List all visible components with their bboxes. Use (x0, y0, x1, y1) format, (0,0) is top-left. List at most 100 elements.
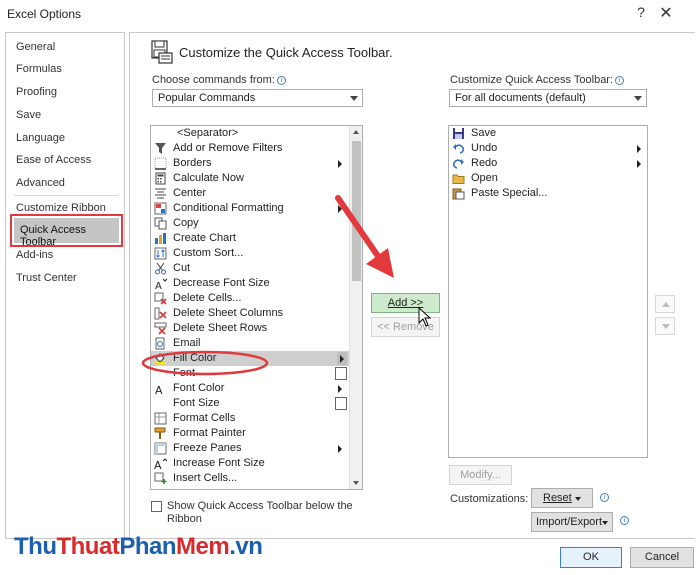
nav-item-quick-access-toolbar[interactable]: Quick Access Toolbar (10, 214, 123, 248)
ok-button[interactable]: OK (560, 547, 622, 568)
move-down-icon (662, 324, 670, 329)
customize-toolbar-label: Customize Quick Access Toolbar: i (450, 74, 625, 86)
nav-item-add-ins[interactable]: Add-ins (16, 246, 53, 264)
delete-columns-icon (154, 307, 167, 320)
list-item[interactable]: A Font Color (151, 381, 349, 396)
list-item[interactable]: Copy (151, 216, 349, 231)
dropdown-value: For all documents (default) (455, 92, 586, 104)
list-item[interactable]: Custom Sort... (151, 246, 349, 261)
close-button[interactable]: ✕ (657, 3, 675, 23)
nav-item-advanced[interactable]: Advanced (16, 174, 65, 192)
folder-icon (452, 174, 465, 184)
submenu-arrow-icon (634, 142, 644, 155)
list-item[interactable]: Delete Sheet Rows (151, 321, 349, 336)
undo-icon (453, 144, 464, 154)
save-icon (453, 128, 464, 139)
help-button[interactable]: ? (633, 4, 649, 20)
commands-scrollbar[interactable] (349, 126, 362, 489)
scroll-up-icon[interactable] (350, 126, 362, 139)
nav-item-ease-of-access[interactable]: Ease of Access (16, 151, 91, 169)
chevron-down-icon (350, 96, 358, 101)
freeze-panes-icon (154, 442, 167, 455)
calculator-icon (155, 172, 166, 185)
scissors-icon (155, 262, 166, 275)
nav-item-language[interactable]: Language (16, 129, 65, 147)
list-item[interactable]: Cut (151, 261, 349, 276)
toolbar-commands-list[interactable]: Save Undo Redo Open Paste Special... (448, 125, 648, 458)
delete-cells-icon (154, 292, 167, 305)
commands-list[interactable]: <Separator> Add or Remove Filters Border… (150, 125, 363, 490)
list-item[interactable]: A Decrease Font Size (151, 276, 349, 291)
list-item[interactable]: Borders (151, 156, 349, 171)
scroll-down-icon[interactable] (350, 477, 362, 489)
delete-rows-icon (154, 322, 167, 335)
show-below-ribbon-checkbox[interactable] (151, 501, 162, 512)
center-align-icon (155, 188, 166, 199)
import-export-button[interactable]: Import/Export (531, 512, 613, 532)
move-up-button[interactable] (655, 295, 675, 313)
site-watermark: ThuThuatPhanMem.vn (14, 533, 263, 560)
nav-item-save[interactable]: Save (16, 106, 41, 124)
info-icon: i (620, 516, 629, 525)
list-item[interactable]: Freeze Panes (151, 441, 349, 456)
chevron-down-icon (634, 96, 642, 101)
move-down-button[interactable] (655, 317, 675, 335)
highlight-ellipse (141, 350, 269, 376)
pointer-arrow (335, 195, 394, 278)
list-item[interactable]: Calculate Now (151, 171, 349, 186)
list-item[interactable]: A Increase Font Size (151, 456, 349, 471)
list-item[interactable]: Format Painter (151, 426, 349, 441)
nav-item-trust-center[interactable]: Trust Center (16, 269, 77, 287)
mouse-cursor-icon (418, 307, 432, 327)
submenu-arrow-icon (335, 157, 345, 170)
chart-icon (155, 233, 166, 244)
list-item[interactable]: Delete Cells... (151, 291, 349, 306)
list-item[interactable]: Center (151, 186, 349, 201)
list-item[interactable]: Create Chart (151, 231, 349, 246)
submenu-arrow-icon (634, 157, 644, 170)
borders-icon (154, 157, 167, 170)
list-item[interactable]: Undo (449, 141, 647, 156)
list-item[interactable]: Font Size (151, 396, 349, 411)
font-color-icon: A (155, 384, 163, 395)
reset-button[interactable]: Reset (531, 488, 593, 508)
list-item[interactable]: Add or Remove Filters (151, 141, 349, 156)
window-title: Excel Options (7, 7, 82, 21)
nav-item-formulas[interactable]: Formulas (16, 60, 62, 78)
toolbar-customize-icon (151, 40, 173, 64)
increase-font-icon: A (154, 458, 167, 470)
redo-icon (453, 159, 464, 169)
list-item[interactable]: Delete Sheet Columns (151, 306, 349, 321)
format-cells-icon (154, 412, 167, 425)
dropdown-value: Popular Commands (158, 92, 256, 104)
list-item[interactable]: Save (449, 126, 647, 141)
nav-divider (14, 195, 118, 196)
list-item[interactable]: Insert Cells... (151, 471, 349, 486)
choose-commands-label: Choose commands from: i (152, 74, 286, 86)
format-painter-icon (154, 427, 166, 439)
list-item[interactable]: <Separator> (151, 126, 349, 141)
list-item[interactable]: Open (449, 171, 647, 186)
svg-text:A: A (155, 384, 163, 395)
show-below-ribbon-label: Show Quick Access Toolbar below the (167, 500, 353, 512)
list-item[interactable]: Paste Special... (449, 186, 647, 201)
nav-item-general[interactable]: General (16, 38, 55, 56)
svg-text:A: A (154, 459, 162, 470)
move-up-icon (662, 302, 670, 307)
customize-toolbar-dropdown[interactable]: For all documents (default) (449, 89, 647, 107)
list-item[interactable]: Format Cells (151, 411, 349, 426)
modify-button[interactable]: Modify... (449, 465, 512, 485)
conditional-formatting-icon (154, 202, 167, 215)
combo-box-icon (335, 367, 347, 380)
insert-cells-icon (154, 472, 167, 484)
info-icon: i (615, 76, 625, 85)
choose-commands-dropdown[interactable]: Popular Commands (152, 89, 363, 107)
cancel-button[interactable]: Cancel (630, 547, 694, 568)
info-icon: i (276, 76, 286, 85)
nav-item-proofing[interactable]: Proofing (16, 83, 57, 101)
sort-icon (154, 247, 167, 260)
page-title: Customize the Quick Access Toolbar. (179, 45, 393, 60)
list-item[interactable]: Conditional Formatting (151, 201, 349, 216)
decrease-font-icon: A (155, 278, 167, 290)
list-item[interactable]: Redo (449, 156, 647, 171)
